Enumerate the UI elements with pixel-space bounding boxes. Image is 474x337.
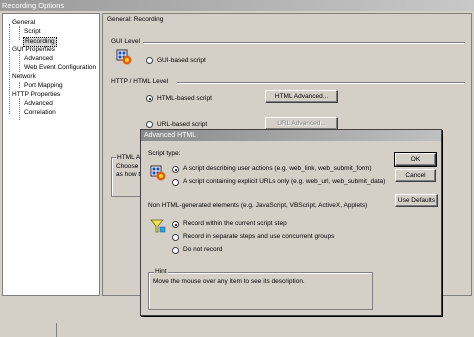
use-defaults-button[interactable]: Use Defaults: [395, 194, 438, 207]
gui-based-label: GUI-based script: [157, 57, 206, 64]
html-advanced-text-line2: as how t: [116, 171, 141, 178]
do-not-record-label: Do not record: [183, 246, 223, 253]
html-advanced-text-line1: Choose: [116, 163, 139, 170]
tree-item-correlation[interactable]: Correlation: [24, 109, 56, 117]
status-divider: [56, 323, 57, 337]
url-based-label: URL-based script: [157, 121, 208, 128]
http-level-heading: HTTP / HTML Level: [111, 78, 169, 85]
advanced-html-dialog: Advanced HTML Script type: A script desc…: [140, 129, 442, 316]
tree-connector: [19, 26, 20, 40]
tree-item-http-advanced[interactable]: Advanced: [24, 100, 53, 108]
tree-connector: [19, 98, 20, 120]
tree-item-http-properties[interactable]: HTTP Properties: [12, 91, 60, 99]
ok-button[interactable]: OK: [394, 152, 437, 167]
tree-item-network[interactable]: Network: [12, 73, 36, 81]
tree-item-web-event-config[interactable]: Web Event Configuration: [24, 64, 96, 72]
tree-connector: [19, 82, 20, 88]
html-advanced-button[interactable]: HTML Advanced...: [265, 90, 338, 103]
explicit-urls-label: A script containing explicit URLs only (…: [183, 178, 386, 185]
panel-header: General: Recording: [107, 16, 164, 23]
tree-item-gui-properties[interactable]: GUI Properties: [12, 46, 55, 54]
describe-user-actions-radio[interactable]: [172, 166, 179, 173]
hint-text: Move the mouse over any item to see its …: [153, 278, 305, 285]
gui-based-radio[interactable]: [146, 57, 153, 64]
html-based-label: HTML-based script: [157, 95, 212, 102]
record-current-step-radio[interactable]: [172, 221, 179, 228]
html-based-radio[interactable]: [146, 95, 153, 102]
hint-label: Hint: [154, 268, 168, 275]
url-based-radio[interactable]: [146, 121, 153, 128]
gui-script-icon: [116, 49, 132, 65]
describe-user-actions-label: A script describing user actions (e.g. w…: [183, 165, 372, 172]
dialog-titlebar[interactable]: Advanced HTML: [141, 130, 441, 141]
dialog-title: Advanced HTML: [144, 132, 197, 139]
tree-item-gui-advanced[interactable]: Advanced: [24, 55, 53, 63]
tree-item-script[interactable]: Script: [24, 28, 41, 36]
script-type-icon: [150, 165, 166, 181]
gui-level-heading: GUI Level: [111, 38, 140, 45]
script-type-label: Script type:: [148, 150, 181, 157]
funnel-icon: [150, 218, 166, 234]
record-current-step-label: Record within the current script step: [183, 220, 287, 227]
html-advanced-group-label: HTML A: [116, 154, 142, 161]
non-html-elements-label: Non HTML-generated elements (e.g. JavaSc…: [148, 202, 368, 209]
do-not-record-radio[interactable]: [172, 247, 179, 254]
http-level-divider: [177, 82, 465, 84]
tree-item-port-mapping[interactable]: Port Mapping: [24, 82, 63, 90]
options-tree[interactable]: General Script Recording GUI Properties …: [2, 13, 100, 296]
gui-level-divider: [143, 42, 465, 44]
explicit-urls-radio[interactable]: [172, 179, 179, 186]
window-titlebar[interactable]: Recording Options: [0, 0, 474, 11]
tree-connector: [9, 24, 10, 114]
record-separate-steps-radio[interactable]: [172, 234, 179, 241]
record-separate-steps-label: Record in separate steps and use concurr…: [183, 233, 335, 240]
window-title: Recording Options: [2, 1, 65, 10]
tree-item-general[interactable]: General: [12, 19, 35, 27]
cancel-button[interactable]: Cancel: [395, 169, 436, 182]
